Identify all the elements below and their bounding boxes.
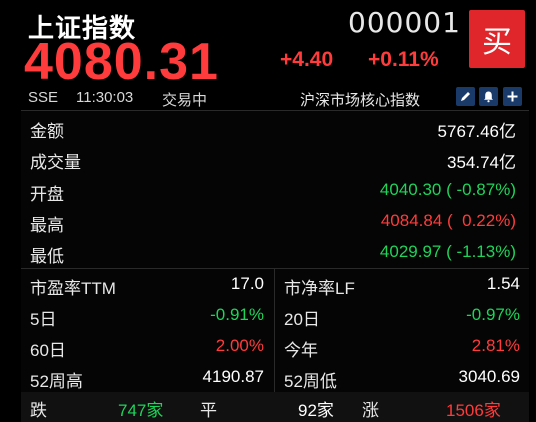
volume-label: 成交量 — [30, 153, 81, 172]
quote-time: 11:30:03 — [76, 89, 134, 106]
return-20d-value: -0.97% — [466, 305, 520, 324]
low-value: 4029.97 ( -1.13%) — [379, 242, 516, 261]
add-watchlist-button[interactable] — [503, 87, 522, 106]
pe-value: 17.0 — [230, 274, 264, 293]
return-5d-value: -0.91% — [210, 305, 264, 324]
plus-icon — [507, 91, 518, 102]
pb-label: 市净率LF — [284, 279, 355, 298]
pb-value: 1.54 — [486, 274, 520, 293]
low-label: 最低 — [30, 247, 64, 266]
return-5d-label: 5日 — [30, 310, 57, 329]
exchange-label: SSE — [28, 89, 59, 106]
week52-low-label: 52周低 — [284, 372, 337, 391]
divider — [21, 110, 529, 111]
edit-button[interactable] — [456, 87, 475, 106]
alert-button[interactable] — [479, 87, 498, 106]
open-value: 4040.30 ( -0.87%) — [379, 180, 516, 199]
high-value: 4084.84 ( 0.22%) — [380, 211, 516, 230]
open-label: 开盘 — [30, 185, 64, 204]
column-divider — [274, 268, 275, 392]
return-60d-label: 60日 — [30, 341, 66, 360]
decliners-count: 747家 — [118, 401, 164, 420]
divider — [21, 268, 529, 269]
return-20d-label: 20日 — [284, 310, 320, 329]
unchanged-count: 92家 — [298, 401, 334, 420]
return-60d-value: 2.00% — [215, 336, 264, 355]
price-change: +4.40 — [280, 48, 334, 71]
bell-icon — [484, 91, 493, 103]
high-label: 最高 — [30, 216, 64, 235]
amount-value: 5767.46亿 — [437, 122, 516, 141]
index-code: 000001 — [348, 6, 461, 39]
amount-label: 金额 — [30, 122, 64, 141]
trading-status: 交易中 — [162, 92, 208, 109]
price-change-percent: +0.11% — [368, 48, 439, 71]
advancers-count: 1506家 — [446, 401, 501, 420]
buy-button[interactable]: 买 — [469, 10, 525, 68]
edit-icon — [461, 92, 470, 101]
last-price: 4080.31 — [24, 33, 219, 91]
week52-high-value: 4190.87 — [202, 367, 264, 386]
pe-label: 市盈率TTM — [30, 279, 116, 298]
unchanged-label: 平 — [200, 401, 217, 420]
week52-high-label: 52周高 — [30, 372, 83, 391]
decliners-label: 跌 — [30, 401, 47, 420]
week52-low-value: 3040.69 — [458, 367, 520, 386]
volume-value: 354.74亿 — [447, 153, 516, 172]
index-category: 沪深市场核心指数 — [300, 92, 421, 109]
advancers-label: 涨 — [362, 401, 379, 420]
return-ytd-label: 今年 — [284, 341, 318, 360]
return-ytd-value: 2.81% — [471, 336, 520, 355]
